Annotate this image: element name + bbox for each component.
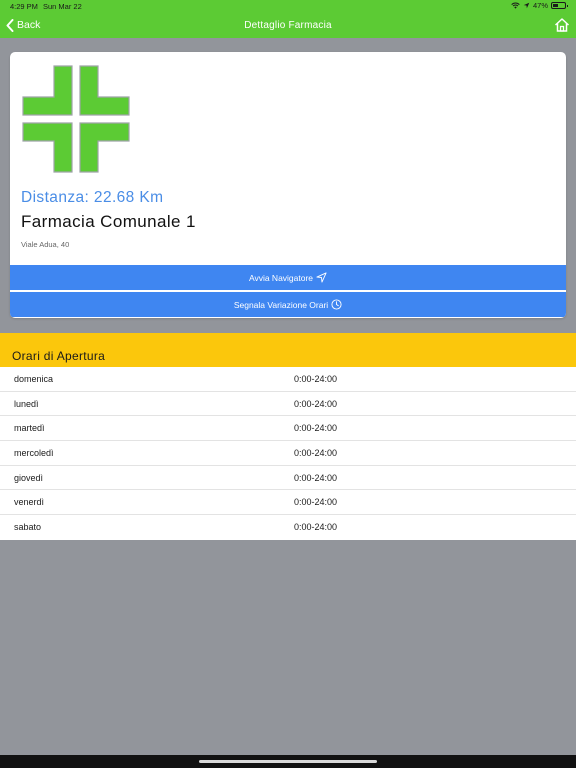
pharmacy-name: Farmacia Comunale 1 bbox=[21, 212, 196, 231]
status-indicators: 47% bbox=[511, 1, 568, 10]
status-time: 4:29 PM bbox=[10, 2, 38, 11]
hours-row: sabato 0:00-24:00 bbox=[0, 515, 576, 540]
day-label: lunedì bbox=[14, 398, 39, 409]
day-label: venerdì bbox=[14, 497, 45, 508]
hours-row: martedì 0:00-24:00 bbox=[0, 416, 576, 442]
distance-label: Distanza: 22.68 Km bbox=[21, 189, 164, 206]
time-label: 0:00-24:00 bbox=[294, 448, 338, 459]
opening-hours-list: domenica 0:00-24:00 lunedì 0:00-24:00 ma… bbox=[0, 367, 576, 540]
report-hours-change-button[interactable]: Segnala Variazione Orari bbox=[10, 292, 566, 317]
navigation-arrow-icon bbox=[316, 272, 327, 283]
navigation-bar: 4:29 PM Sun Mar 22 47% Back Dettaglio Fa… bbox=[0, 0, 576, 38]
wifi-icon bbox=[511, 2, 520, 9]
hours-row: mercoledì 0:00-24:00 bbox=[0, 441, 576, 466]
page-title: Dettaglio Farmacia bbox=[244, 20, 332, 31]
pharmacy-card: Distanza: 22.68 Km Farmacia Comunale 1 V… bbox=[10, 52, 566, 318]
opening-hours-title: Orari di Apertura bbox=[12, 349, 106, 363]
status-bar: 4:29 PM Sun Mar 22 47% bbox=[0, 0, 576, 13]
day-label: giovedì bbox=[14, 472, 44, 483]
home-icon[interactable] bbox=[554, 17, 570, 33]
start-navigator-label: Avvia Navigatore bbox=[248, 272, 314, 283]
time-label: 0:00-24:00 bbox=[294, 423, 338, 434]
hours-row: giovedì 0:00-24:00 bbox=[0, 466, 576, 491]
time-label: 0:00-24:00 bbox=[294, 497, 338, 508]
time-label: 0:00-24:00 bbox=[294, 472, 338, 483]
day-label: mercoledì bbox=[14, 448, 54, 459]
battery-percent: 47% bbox=[532, 1, 548, 10]
location-icon bbox=[523, 2, 530, 9]
system-bottom-bar bbox=[0, 755, 576, 768]
start-navigator-button[interactable]: Avvia Navigatore bbox=[10, 265, 566, 290]
battery-icon bbox=[551, 2, 568, 9]
time-label: 0:00-24:00 bbox=[294, 398, 338, 409]
home-indicator[interactable] bbox=[199, 760, 377, 763]
day-label: sabato bbox=[14, 522, 42, 533]
opening-hours-header: Orari di Apertura bbox=[0, 333, 576, 367]
hours-row: venerdì 0:00-24:00 bbox=[0, 490, 576, 516]
hours-row: lunedì 0:00-24:00 bbox=[0, 392, 576, 417]
report-hours-change-label: Segnala Variazione Orari bbox=[233, 299, 329, 310]
time-label: 0:00-24:00 bbox=[294, 522, 338, 533]
day-label: domenica bbox=[14, 374, 54, 384]
pharmacy-address: Viale Adua, 40 bbox=[21, 240, 70, 249]
hours-row: domenica 0:00-24:00 bbox=[0, 367, 576, 392]
status-date: Sun Mar 22 bbox=[43, 2, 82, 11]
pharmacy-cross-logo bbox=[22, 65, 130, 173]
clock-icon bbox=[331, 299, 342, 310]
day-label: martedì bbox=[14, 423, 45, 434]
time-label: 0:00-24:00 bbox=[294, 374, 338, 384]
